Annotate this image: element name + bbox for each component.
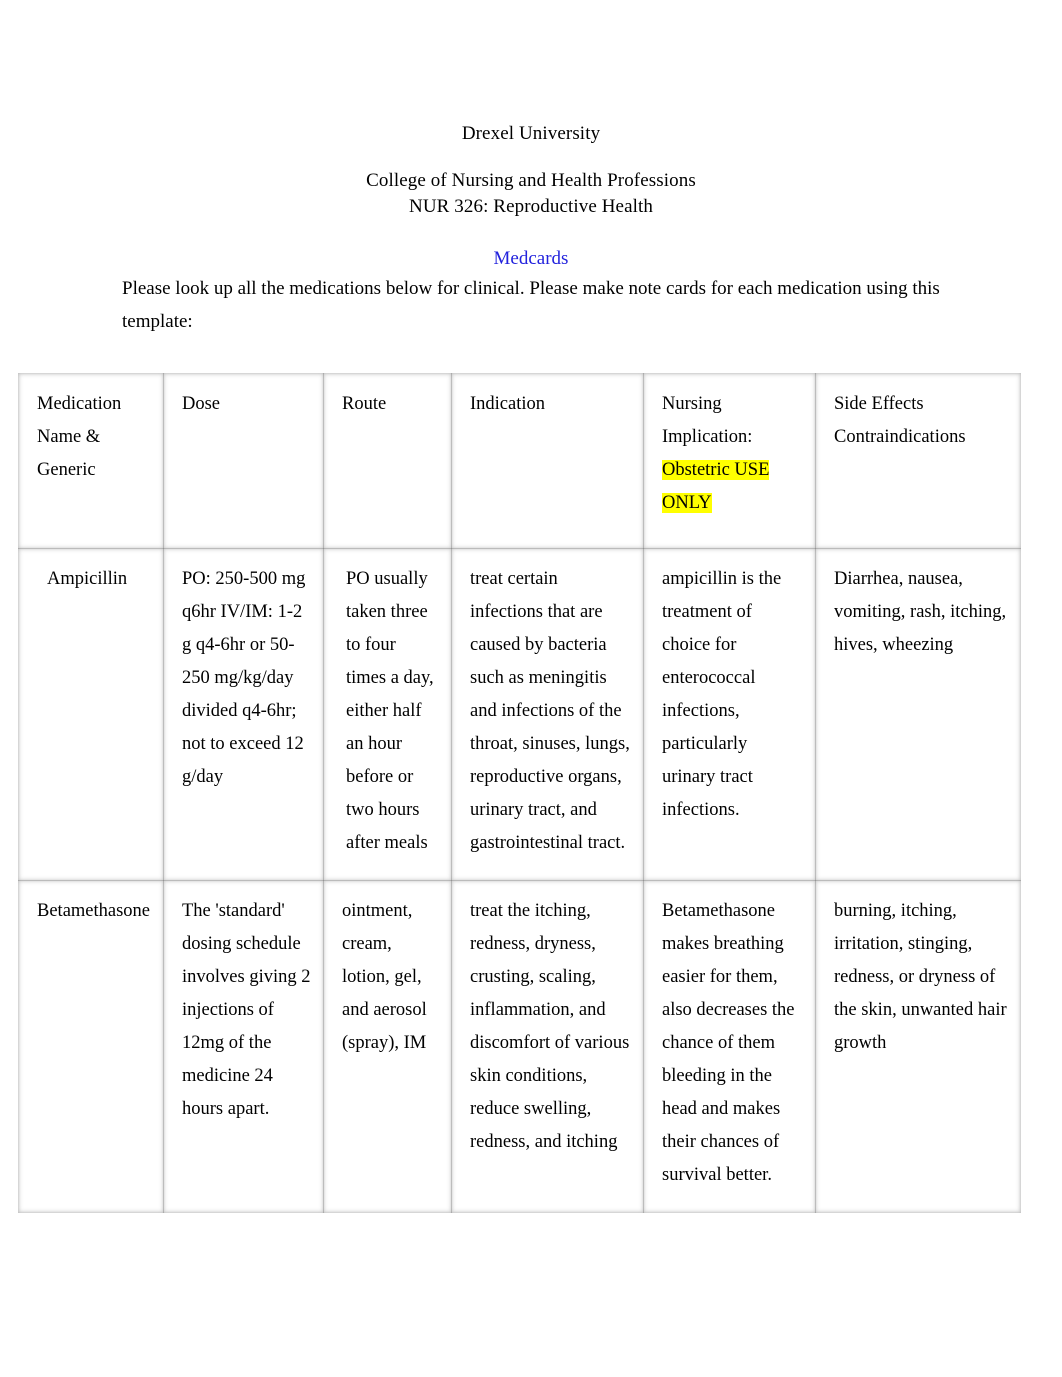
medcards-table: Medication Name & Generic Dose Route Ind… xyxy=(18,373,1021,1213)
medication-header-line2: Name & xyxy=(37,427,101,447)
cell-medication-name: Betamethasone xyxy=(19,881,164,1213)
nursing-header-line2: Implication: xyxy=(662,427,753,447)
cell-nursing-implication: ampicillin is the treatment of choice fo… xyxy=(644,549,816,881)
table-row: Betamethasone The 'standard' dosing sche… xyxy=(19,881,1021,1213)
table-header-row: Medication Name & Generic Dose Route Ind… xyxy=(19,374,1021,549)
cell-medication-name: Ampicillin xyxy=(19,549,164,881)
medcards-heading-wrap: Medcards xyxy=(0,246,1062,272)
cell-side-effects: Diarrhea, nausea, vomiting, rash, itchin… xyxy=(816,549,1021,881)
route-header-label: Route xyxy=(342,394,387,414)
column-header-nursing-implication: Nursing Implication: Obstetric USE ONLY xyxy=(644,374,816,549)
document-header: Drexel University College of Nursing and… xyxy=(0,0,1062,220)
side-effects-header-line1: Side Effects xyxy=(834,394,924,414)
medcards-link[interactable]: Medcards xyxy=(494,246,569,272)
medcards-table-wrap: Medication Name & Generic Dose Route Ind… xyxy=(0,373,1062,1213)
side-effects-header-line2: Contraindications xyxy=(834,427,966,447)
instructions-paragraph: Please look up all the medications below… xyxy=(122,278,940,332)
cell-dose: PO: 250-500 mg q6hr IV/IM: 1-2 g q4-6hr … xyxy=(164,549,324,881)
table-row: Ampicillin PO: 250-500 mg q6hr IV/IM: 1-… xyxy=(19,549,1021,881)
cell-dose: The 'standard' dosing schedule involves … xyxy=(164,881,324,1213)
medication-header-line3: Generic xyxy=(37,460,96,480)
college-title: College of Nursing and Health Profession… xyxy=(366,170,696,191)
column-header-side-effects: Side Effects Contraindications xyxy=(816,374,1021,549)
column-header-medication: Medication Name & Generic xyxy=(19,374,164,549)
university-title: Drexel University xyxy=(461,123,601,144)
dose-header-label: Dose xyxy=(182,394,221,414)
obstetric-use-only-highlight: Obstetric USE ONLY xyxy=(662,460,770,513)
cell-indication: treat the itching, redness, dryness, cru… xyxy=(452,881,644,1213)
cell-indication: treat certain infections that are caused… xyxy=(452,549,644,881)
cell-nursing-implication: Betamethasone makes breathing easier for… xyxy=(644,881,816,1213)
medication-header-line1: Medication xyxy=(37,394,122,414)
nursing-header-line1: Nursing xyxy=(662,394,722,414)
column-header-dose: Dose xyxy=(164,374,324,549)
document-page: Drexel University College of Nursing and… xyxy=(0,0,1062,1377)
cell-side-effects: burning, itching, irritation, stinging, … xyxy=(816,881,1021,1213)
column-header-route: Route xyxy=(324,374,452,549)
course-title: NUR 326: Reproductive Health xyxy=(409,196,653,217)
cell-route: PO usually taken three to four times a d… xyxy=(324,549,452,881)
column-header-indication: Indication xyxy=(452,374,644,549)
indication-header-label: Indication xyxy=(470,394,546,414)
cell-route: ointment, cream, lotion, gel, and aeroso… xyxy=(324,881,452,1213)
